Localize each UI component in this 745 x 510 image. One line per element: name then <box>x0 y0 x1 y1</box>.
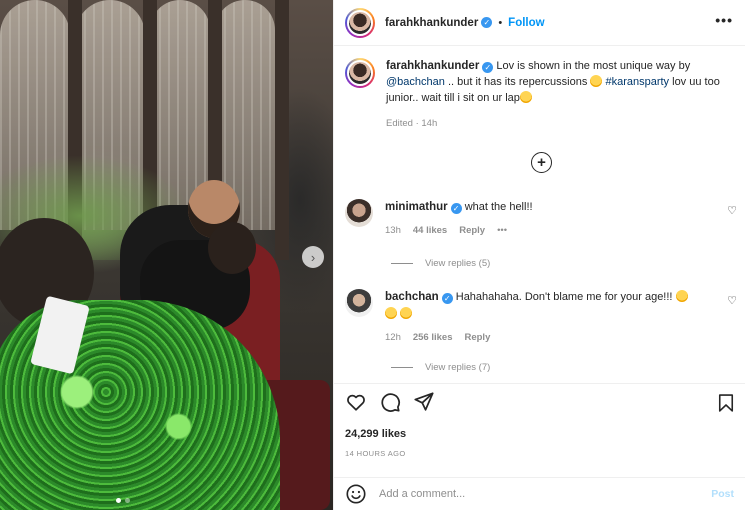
replies-divider <box>391 367 413 368</box>
comment-reply-button[interactable]: Reply <box>459 222 485 239</box>
bookmark-icon[interactable] <box>716 393 736 413</box>
comment-input[interactable] <box>379 488 704 500</box>
comment-likes[interactable]: 44 likes <box>413 222 447 239</box>
laughing-emoji-icon <box>400 307 413 319</box>
laughing-emoji-icon <box>675 290 688 302</box>
plus-circle-icon[interactable]: + <box>531 152 552 173</box>
post-caption: farahkhankunder ✓ Lov is shown in the mos… <box>345 58 735 132</box>
caption-username[interactable]: farahkhankunder <box>386 60 479 72</box>
laughing-emoji-icon <box>385 307 397 319</box>
comment-body: minimathur ✓ what the hell!! 13h 44 likes… <box>385 199 737 239</box>
chevron-right-icon: › <box>310 249 316 265</box>
caption-text: .. but it has its repercussions <box>447 76 588 88</box>
tongue-emoji-icon <box>519 91 532 103</box>
caption-body: farahkhankunder ✓ Lov is shown in the mos… <box>386 58 735 132</box>
comment-body: bachchan ✓ Hahahahaha. Don't blame me for… <box>385 289 737 346</box>
comment-likes[interactable]: 256 likes <box>413 329 453 346</box>
commenter-avatar[interactable] <box>345 199 373 227</box>
carousel-dot <box>125 498 130 503</box>
view-replies-button[interactable]: View replies (7) <box>391 362 490 373</box>
laughing-emoji-icon <box>590 75 603 87</box>
view-replies-label: View replies (5) <box>425 258 491 269</box>
carousel-next-button[interactable]: › <box>302 246 324 268</box>
view-replies-button[interactable]: View replies (5) <box>391 258 490 269</box>
post-comment-button[interactable]: Post <box>711 488 734 500</box>
verified-badge-icon: ✓ <box>450 203 462 214</box>
comment-text: what the hell!! <box>464 201 533 213</box>
action-bar <box>334 383 745 419</box>
comment-more-icon[interactable]: ••• <box>497 222 507 239</box>
post-header: farahkhankunder ✓ • Follow ••• <box>334 0 745 46</box>
share-icon[interactable] <box>413 391 435 413</box>
comment-text: Hahahahaha. Don't blame me for your age!… <box>455 291 673 303</box>
mention-link[interactable]: @bachchan <box>386 76 445 88</box>
carousel-dots <box>116 498 130 503</box>
photo-woman-head <box>208 222 256 274</box>
comment-item: minimathur ✓ what the hell!! 13h 44 likes… <box>345 199 737 239</box>
comment-reply-button[interactable]: Reply <box>464 329 490 346</box>
replies-divider <box>391 263 413 264</box>
likes-count[interactable]: 24,299 likes <box>345 428 406 440</box>
emoji-icon[interactable] <box>345 483 367 505</box>
post-details-panel: farahkhankunder ✓ • Follow ••• farahkhan… <box>333 0 745 510</box>
photo-pillar <box>275 0 289 260</box>
header-separator: • <box>498 16 503 29</box>
comment-meta: 13h 44 likes Reply ••• <box>385 222 737 239</box>
author-username[interactable]: farahkhankunder <box>385 17 478 29</box>
commenter-username[interactable]: bachchan <box>385 291 439 303</box>
caption-age: 14h <box>421 118 438 129</box>
verified-badge-icon: ✓ <box>482 62 494 73</box>
more-options-icon[interactable]: ••• <box>715 12 733 28</box>
post-photo[interactable]: › <box>0 0 333 510</box>
heart-icon[interactable]: ♡ <box>727 294 737 307</box>
view-replies-label: View replies (7) <box>425 362 491 373</box>
post-timestamp: 14 HOURS AGO <box>345 449 406 458</box>
follow-button[interactable]: Follow <box>508 17 544 29</box>
comment-meta: 12h 256 likes Reply <box>385 329 737 346</box>
carousel-dot-active <box>116 498 121 503</box>
add-comment-bar: Post <box>334 477 745 510</box>
commenter-avatar[interactable] <box>345 289 373 317</box>
comment-icon[interactable] <box>379 391 401 413</box>
author-avatar[interactable] <box>345 7 375 38</box>
verified-badge-icon: ✓ <box>481 17 493 28</box>
comment-age: 13h <box>385 225 401 236</box>
verified-badge-icon: ✓ <box>441 293 453 304</box>
edited-label: Edited <box>386 118 413 129</box>
caption-avatar[interactable] <box>345 58 375 88</box>
commenter-username[interactable]: minimathur <box>385 201 448 213</box>
heart-icon[interactable]: ♡ <box>727 204 737 217</box>
author-meta: farahkhankunder ✓ • Follow <box>385 17 545 29</box>
comment-item: bachchan ✓ Hahahahaha. Don't blame me for… <box>345 289 737 346</box>
caption-meta: Edited · 14h <box>386 118 438 129</box>
comment-age: 12h <box>385 332 401 343</box>
heart-icon[interactable] <box>345 391 367 413</box>
caption-text: Lov is shown in the most unique way by <box>496 60 691 72</box>
hashtag-link[interactable]: #karansparty <box>605 76 669 88</box>
